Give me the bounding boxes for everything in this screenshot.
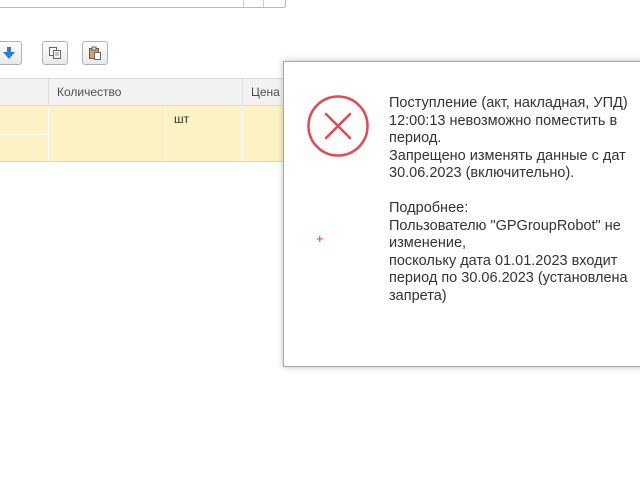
paste-button[interactable] [82, 41, 108, 65]
arrow-down-icon [2, 46, 16, 60]
column-header[interactable] [0, 79, 48, 105]
message-line: период. [389, 130, 442, 146]
message-line: поскольку дата 01.01.2023 входит [389, 252, 618, 269]
message-line [389, 183, 640, 201]
top-input-field[interactable] [0, 0, 286, 8]
column-divider [48, 79, 49, 105]
message-line: 30.06.2023 (включительно). [389, 165, 575, 181]
column-divider [165, 106, 166, 161]
field-divider [243, 0, 244, 7]
message-line: 12:00:13 невозможно поместить в [389, 112, 618, 129]
cell-divider [0, 134, 48, 135]
error-message: Поступление (акт, накладная, УПД) 12:00:… [389, 95, 640, 305]
unit-cell: шт [174, 112, 190, 126]
copy-icon [48, 46, 62, 60]
copy-button[interactable] [42, 41, 68, 65]
message-line: запрета) [389, 287, 447, 304]
message-line: период по 30.06.2023 (установлена [389, 270, 628, 286]
cursor-marker: + [316, 231, 324, 246]
move-down-button[interactable] [0, 41, 22, 65]
column-divider [48, 106, 49, 161]
column-divider [242, 79, 243, 105]
column-divider [242, 106, 243, 161]
field-divider [263, 0, 264, 7]
message-line: Пользователю "GPGroupRobot" не [389, 217, 621, 234]
message-line: Запрещено изменять данные с дат [389, 147, 626, 164]
error-x-icon [306, 94, 370, 163]
column-header-quantity[interactable]: Количество [49, 79, 242, 105]
message-line: изменение, [389, 235, 467, 251]
message-line: Подробнее: [389, 200, 469, 216]
error-dialog: + Поступление (акт, накладная, УПД) 12:0… [283, 61, 640, 367]
message-line: Поступление (акт, накладная, УПД) [389, 95, 628, 111]
paste-icon [88, 46, 102, 60]
